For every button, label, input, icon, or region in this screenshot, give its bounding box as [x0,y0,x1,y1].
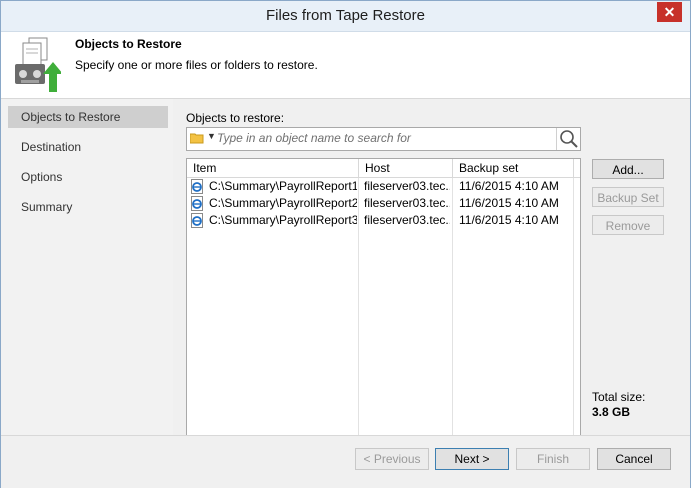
next-button[interactable]: Next > [435,448,509,470]
sidebar-item-objects-to-restore[interactable]: Objects to Restore [8,106,168,128]
search-placeholder: Type in an object name to search for [217,131,411,145]
total-size-label: Total size: [592,390,646,404]
page-title: Objects to Restore [75,37,182,51]
wizard-footer: < Previous Next > Finish Cancel [1,435,690,488]
total-size-value: 3.8 GB [592,405,631,419]
column-header-backup-set[interactable]: Backup set [453,159,574,177]
remove-button[interactable]: Remove [592,215,664,235]
search-icon [560,130,578,148]
item-backup-set: 11/6/2015 4:10 AM [459,213,559,227]
page-subtitle: Specify one or more files or folders to … [75,58,318,72]
search-input[interactable]: ▼ Type in an object name to search for [186,127,581,151]
item-path: C:\Summary\PayrollReport1.... [209,179,357,193]
item-backup-set: 11/6/2015 4:10 AM [459,196,559,210]
column-header-item[interactable]: Item [187,159,359,177]
wizard-steps-sidebar: Objects to Restore Destination Options S… [1,99,173,435]
search-button[interactable] [556,128,580,150]
finish-button[interactable]: Finish [516,448,590,470]
folder-icon[interactable] [190,132,204,144]
restore-files-icon [15,37,61,92]
window-title: Files from Tape Restore [266,7,425,24]
wizard-header: Objects to Restore Specify one or more f… [1,32,690,99]
chevron-down-icon[interactable]: ▼ [207,131,216,141]
html-file-icon [191,213,203,228]
title-bar: Files from Tape Restore ✕ [1,1,690,32]
close-icon: ✕ [663,4,676,20]
sidebar-item-options[interactable]: Options [8,166,168,188]
item-host: fileserver03.tec... [364,213,450,227]
add-button[interactable]: Add... [592,159,664,179]
backup-set-button[interactable]: Backup Set [592,187,664,207]
item-host: fileserver03.tec... [364,196,450,210]
item-path: C:\Summary\PayrollReport3.... [209,213,357,227]
close-button[interactable]: ✕ [657,2,682,22]
table-row[interactable]: C:\Summary\PayrollReport3.... fileserver… [187,212,580,229]
item-path: C:\Summary\PayrollReport2.... [209,196,357,210]
restore-wizard-window: Files from Tape Restore ✕ Objects to Res… [0,0,691,488]
cancel-button[interactable]: Cancel [597,448,671,470]
sidebar-item-summary[interactable]: Summary [8,196,168,218]
table-header: Item Host Backup set [187,159,580,178]
table-row[interactable]: C:\Summary\PayrollReport2.... fileserver… [187,195,580,212]
previous-button[interactable]: < Previous [355,448,429,470]
table-row[interactable]: C:\Summary\PayrollReport1.... fileserver… [187,178,580,195]
objects-to-restore-label: Objects to restore: [186,111,285,125]
item-host: fileserver03.tec... [364,179,450,193]
item-backup-set: 11/6/2015 4:10 AM [459,179,559,193]
sidebar-item-destination[interactable]: Destination [8,136,168,158]
column-header-host[interactable]: Host [359,159,453,177]
html-file-icon [191,196,203,211]
main-content: Objects to restore: ▼ Type in an object … [173,99,690,436]
objects-table[interactable]: Item Host Backup set C:\Summary\PayrollR… [186,158,581,436]
html-file-icon [191,179,203,194]
